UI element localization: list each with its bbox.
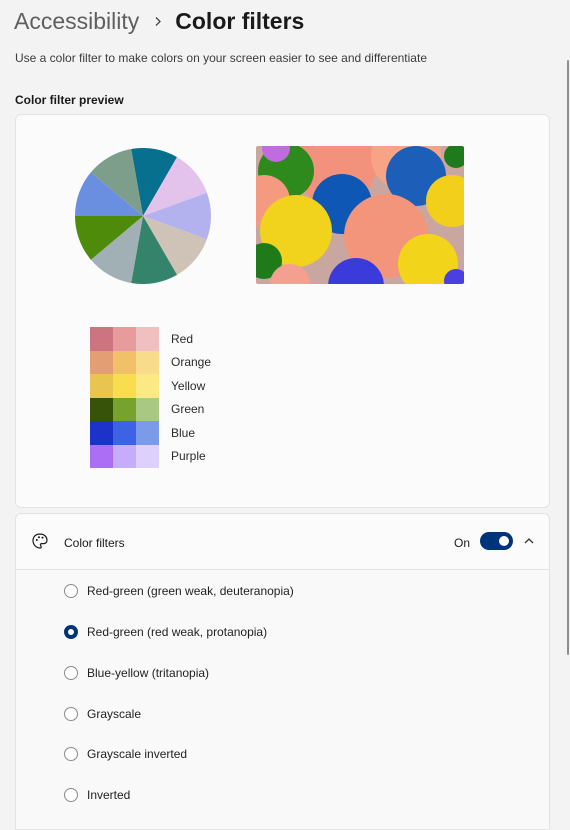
color-swatch — [113, 327, 136, 351]
radio-option[interactable]: Grayscale inverted — [64, 744, 187, 764]
radio-option[interactable]: Red-green (red weak, protanopia) — [64, 622, 267, 642]
color-swatch — [90, 397, 113, 421]
color-swatch — [136, 444, 159, 468]
radio-button[interactable] — [64, 747, 78, 761]
chevron-right-icon — [154, 16, 162, 27]
swatch-label: Yellow — [171, 378, 206, 393]
preview-section-heading: Color filter preview — [15, 93, 124, 107]
palette-icon — [31, 532, 49, 555]
color-filters-label: Color filters — [64, 536, 125, 550]
color-swatch — [90, 327, 113, 351]
radio-button-selected[interactable] — [64, 625, 78, 639]
color-filter-options-panel: Red-green (green weak, deuteranopia) Red-… — [15, 570, 550, 830]
color-swatch — [90, 350, 113, 374]
swatch-row: Blue — [90, 421, 211, 445]
swatch-row: Yellow — [90, 374, 211, 398]
radio-button[interactable] — [64, 788, 78, 802]
radio-option[interactable]: Inverted — [64, 785, 130, 805]
radio-option-label: Blue-yellow (tritanopia) — [87, 666, 210, 680]
color-swatch — [136, 327, 159, 351]
color-swatch — [90, 374, 113, 398]
color-swatch — [113, 374, 136, 398]
color-swatch — [136, 397, 159, 421]
radio-option-label: Red-green (red weak, protanopia) — [87, 625, 268, 639]
color-swatch — [90, 421, 113, 445]
color-swatch — [113, 421, 136, 445]
swatch-label: Red — [171, 331, 194, 346]
color-swatch-grid: Red Orange Yellow Green Blue Purple — [90, 327, 211, 468]
swatch-label: Blue — [171, 425, 196, 440]
swatch-row: Green — [90, 397, 211, 421]
page-title: Color filters — [175, 7, 305, 34]
swatch-label: Purple — [171, 449, 206, 464]
swatch-row: Orange — [90, 350, 212, 374]
preview-photo — [256, 146, 464, 284]
color-swatch — [90, 444, 113, 468]
color-swatch — [113, 350, 136, 374]
color-swatch — [113, 444, 136, 468]
radio-option[interactable]: Grayscale — [64, 704, 141, 724]
breadcrumb-parent-link[interactable]: Accessibility — [14, 8, 139, 35]
radio-button[interactable] — [64, 707, 78, 721]
color-swatch — [136, 350, 159, 374]
color-filters-toggle-card[interactable]: Color filters On — [15, 513, 550, 570]
scrollbar[interactable] — [567, 60, 569, 655]
toggle-knob — [499, 536, 509, 546]
radio-option-label: Grayscale — [87, 707, 142, 721]
radio-button[interactable] — [64, 666, 78, 680]
color-swatch — [113, 397, 136, 421]
preview-card: Red Orange Yellow Green Blue Purple — [15, 114, 550, 508]
radio-option[interactable]: Blue-yellow (tritanopia) — [64, 663, 209, 683]
color-swatch — [136, 421, 159, 445]
color-swatch — [136, 374, 159, 398]
color-filters-toggle-switch[interactable] — [480, 532, 513, 550]
radio-option-label: Inverted — [87, 788, 131, 802]
radio-option[interactable]: Red-green (green weak, deuteranopia) — [64, 581, 294, 601]
swatch-row: Purple — [90, 444, 211, 468]
toggle-state-label: On — [454, 536, 471, 550]
swatch-label: Orange — [171, 355, 212, 370]
page-description: Use a color filter to make colors on you… — [15, 51, 427, 65]
color-wheel-pie — [75, 148, 211, 284]
radio-option-label: Grayscale inverted — [87, 747, 188, 761]
swatch-row: Red — [90, 327, 211, 351]
radio-option-label: Red-green (green weak, deuteranopia) — [87, 584, 294, 598]
swatch-label: Green — [171, 402, 205, 417]
breadcrumb: Accessibility Color filters — [14, 4, 304, 38]
chevron-up-icon[interactable] — [523, 534, 535, 552]
radio-button[interactable] — [64, 584, 78, 598]
